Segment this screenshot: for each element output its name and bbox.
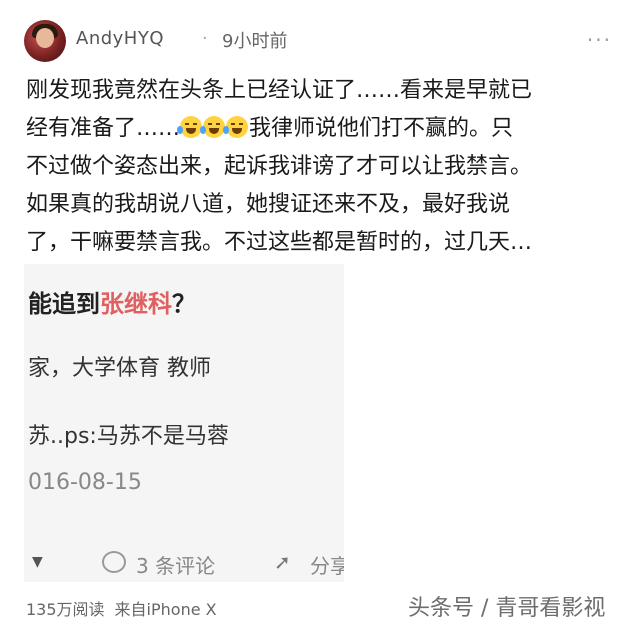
more-options-icon[interactable]: ···	[587, 28, 612, 52]
chevron-down-icon: ▼	[32, 554, 43, 570]
username[interactable]: AndyHYQ	[76, 28, 164, 49]
embedded-screenshot-image[interactable]: 能追到张继科？ 家，大学体育 教师 苏..ps:马苏不是马蓉 016-08-15…	[24, 264, 344, 582]
screenshot-date: 016-08-15	[28, 470, 142, 495]
post-body: 刚发现我竟然在头条上已经认证了……看来是早就已 经有准备了…… 我律师说他们打不赢…	[26, 72, 616, 262]
crying-laughing-icon	[177, 116, 203, 138]
post-line-2-text: 经有准备了……	[26, 116, 181, 141]
share-label: 分享	[310, 554, 344, 578]
headline-prefix: 能追到	[28, 290, 100, 318]
post-line-1: 刚发现我竟然在头条上已经认证了……看来是早就已	[26, 78, 533, 103]
read-count: 135万阅读	[26, 600, 105, 619]
post-line-4: 如果真的我胡说八道，她搜证还来不及，最好我说	[26, 192, 511, 217]
post-line-2-tail: 我律师说他们打不赢的。只	[249, 116, 514, 141]
screenshot-note: 苏..ps:马苏不是马蓉	[28, 424, 229, 449]
crying-laughing-icon	[200, 116, 226, 138]
post-time: 9小时前	[222, 31, 288, 52]
crying-laughing-icon	[223, 116, 249, 138]
headline-suffix: ？	[172, 290, 196, 318]
comment-count: 3 条评论	[136, 554, 216, 578]
separator-dot: ·	[202, 28, 208, 49]
screenshot-profession: 家，大学体育 教师	[28, 356, 211, 381]
avatar[interactable]	[24, 20, 66, 62]
avatar-face	[36, 28, 54, 48]
screenshot-headline: 能追到张继科？	[28, 284, 196, 319]
screenshot-action-bar: ▼ 3 条评论 ➚ 分享	[24, 548, 344, 582]
comment-icon	[102, 551, 126, 573]
watermark: 头条号 / 青哥看影视	[408, 596, 606, 621]
post-header: AndyHYQ · 9小时前 ···	[24, 14, 616, 66]
post-stats: 135万阅读 来自iPhone X	[26, 596, 217, 620]
post-line-5: 了，干嘛要禁言我。不过这些都是暂时的，过几天…	[26, 230, 533, 255]
headline-name: 张继科	[100, 290, 172, 318]
post-line-2: 经有准备了…… 我律师说他们打不赢的。只	[26, 110, 616, 148]
post-line-3: 不过做个姿态出来，起诉我诽谤了才可以让我禁言。	[26, 154, 533, 179]
post-source: 来自iPhone X	[114, 600, 217, 619]
share-icon: ➚	[274, 550, 291, 574]
